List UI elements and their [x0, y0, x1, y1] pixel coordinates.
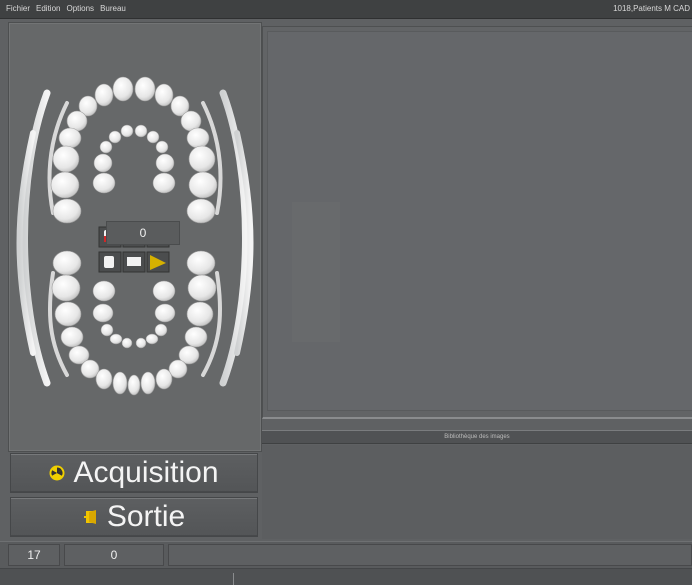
- status-cell-message: [168, 544, 692, 566]
- upper-deciduous-teeth: [92, 124, 176, 194]
- sortie-button[interactable]: Sortie: [10, 497, 258, 537]
- image-library-header: Bibliothèque des images: [262, 430, 692, 444]
- bottom-divider: [233, 573, 234, 585]
- menu-options[interactable]: Options: [66, 0, 94, 18]
- menu-bar: Fichier Edition Options Bureau 1018,Pati…: [0, 0, 692, 19]
- viewer-shadow: [292, 202, 340, 342]
- menu-list: Fichier Edition Options Bureau: [6, 0, 126, 18]
- menu-fichier[interactable]: Fichier: [6, 0, 30, 18]
- status-cell-count: 17: [8, 544, 60, 566]
- upper-arch-teeth: [50, 76, 218, 224]
- status-cell-value: 0: [64, 544, 164, 566]
- image-viewer[interactable]: [262, 26, 692, 419]
- lower-deciduous-teeth: [92, 280, 176, 349]
- image-library-area[interactable]: [262, 445, 692, 539]
- acquisition-button[interactable]: Acquisition: [10, 453, 258, 493]
- image-canvas[interactable]: [267, 31, 692, 411]
- acquisition-label: Acquisition: [73, 456, 219, 489]
- window-title: 1018,Patients M CAD: [613, 4, 690, 13]
- dental-chart-panel: 0: [8, 22, 262, 452]
- menu-edition[interactable]: Edition: [36, 0, 60, 18]
- radiation-icon: [49, 465, 65, 481]
- bottom-bar: [0, 568, 692, 585]
- exit-door-icon: [83, 510, 96, 524]
- status-bar: 17 0: [0, 541, 692, 568]
- menu-bureau[interactable]: Bureau: [100, 0, 126, 18]
- sortie-label: Sortie: [106, 500, 186, 533]
